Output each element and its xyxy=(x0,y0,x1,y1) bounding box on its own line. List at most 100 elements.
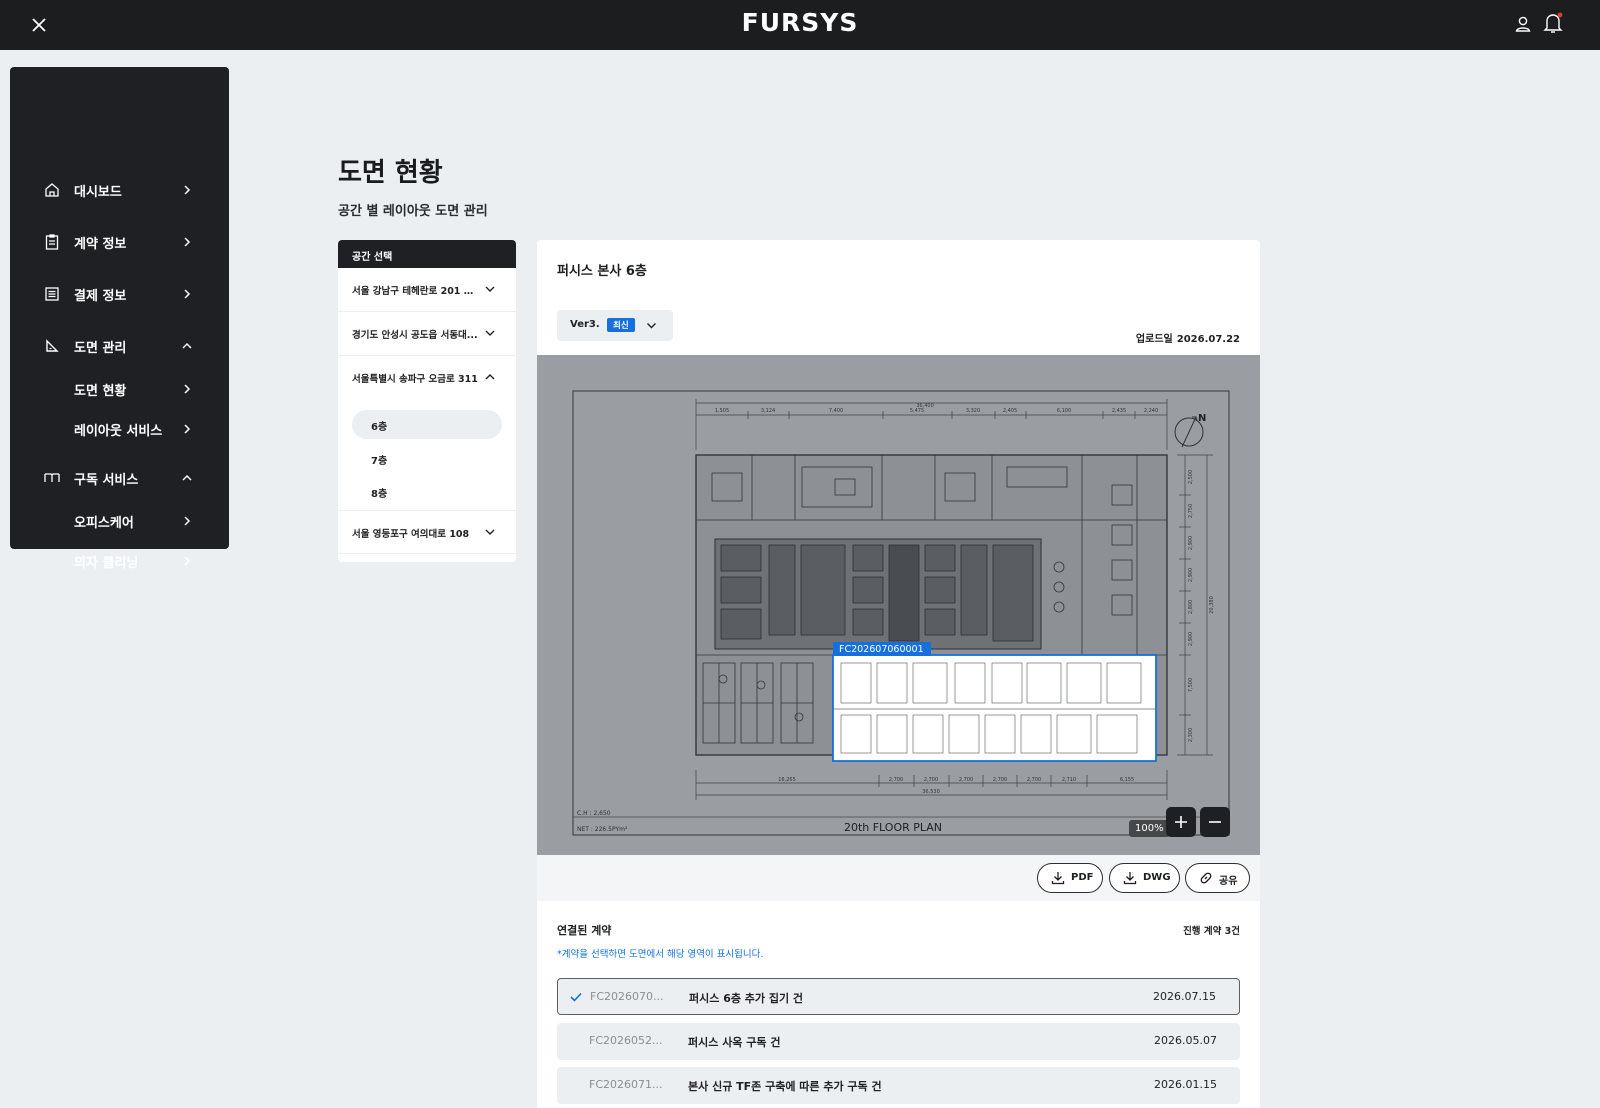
dim-right-label: 7,500 xyxy=(1188,678,1194,692)
dim-right-label: 2,800 xyxy=(1188,600,1194,614)
dim-right-total-label: 20,380 xyxy=(1209,596,1215,614)
chevron-up-icon xyxy=(485,374,495,380)
share-button[interactable]: 공유 xyxy=(1185,863,1250,893)
dim-bottom-label: 2,700 xyxy=(959,777,973,783)
drawing-card: 퍼시스 본사 6층 Ver3. 최신 업로드일 2026.07.22 36,40… xyxy=(537,240,1260,1108)
contract-row[interactable]: FC2026071... 본사 신규 TF존 구축에 따른 추가 구독 건 20… xyxy=(557,1067,1240,1104)
sidebar-subitem-drawing-status[interactable]: 도면 현황 xyxy=(10,371,229,407)
version-select[interactable]: Ver3. 최신 xyxy=(557,310,673,341)
top-bar: FURSYS xyxy=(0,0,1600,50)
floor-item-7[interactable]: 7층 xyxy=(352,444,502,473)
chevron-down-icon xyxy=(485,529,495,535)
net-area-note: NET : 226.5PYm² xyxy=(577,826,628,833)
floor-item-8[interactable]: 8층 xyxy=(352,477,502,506)
chevron-right-icon xyxy=(184,237,191,247)
sidebar-item-label: 결제 정보 xyxy=(74,289,127,304)
floor-plan-viewer[interactable]: 36,400 1,505 3,124 7,400 5,475 3,320 2,4… xyxy=(537,355,1260,855)
chevron-right-icon xyxy=(184,289,191,299)
space-item-label: 서울 영등포구 여의대로 108 xyxy=(352,529,470,540)
sidebar-item-drawing-management[interactable]: 도면 관리 xyxy=(10,328,229,364)
dim-right-label: 2,500 xyxy=(1188,470,1194,484)
zoom-out-button[interactable] xyxy=(1200,807,1230,837)
dim-right-label: 2,750 xyxy=(1188,504,1194,518)
receipt-icon xyxy=(45,287,59,301)
upload-date: 업로드일 2026.07.22 xyxy=(1132,330,1240,345)
contract-date: 2026.01.15 xyxy=(1154,1078,1217,1091)
dim-bottom-label: 2,700 xyxy=(889,777,903,783)
sidebar-subitem-office-care[interactable]: 오피스케어 xyxy=(10,503,229,539)
home-icon xyxy=(45,183,59,197)
sidebar-item-dashboard[interactable]: 대시보드 xyxy=(10,172,229,208)
drawing-actions: PDF DWG 공유 xyxy=(537,855,1260,901)
space-selector: 공간 선택 서울 강남구 테헤란로 201 아... 경기도 안성시 공도읍 서… xyxy=(338,240,516,562)
space-item[interactable]: 서울 강남구 테헤란로 201 아... xyxy=(338,268,516,312)
dim-bottom-total-label: 36,530 xyxy=(922,789,940,795)
contract-date: 2026.05.07 xyxy=(1154,1034,1217,1047)
dim-top-label: 2,405 xyxy=(1003,408,1017,414)
sidebar-item-label: 계약 정보 xyxy=(74,237,127,252)
drawing-name: 20th FLOOR PLAN xyxy=(844,821,942,834)
link-icon xyxy=(1200,872,1212,884)
dim-top-label: 2,435 xyxy=(1112,408,1126,414)
floor-plan-drawing: 36,400 1,505 3,124 7,400 5,475 3,320 2,4… xyxy=(572,390,1230,836)
bell-icon[interactable] xyxy=(1542,10,1564,36)
upload-date-value: 2026.07.22 xyxy=(1176,334,1240,345)
book-icon xyxy=(44,473,60,482)
contract-row[interactable]: FC2026052... 퍼시스 사옥 구독 건 2026.05.07 xyxy=(557,1023,1240,1060)
chevron-up-icon xyxy=(182,342,192,349)
contract-id: FC2026052... xyxy=(589,1034,663,1047)
contract-name: 본사 신규 TF존 구축에 따른 추가 구독 건 xyxy=(688,1080,882,1093)
share-label: 공유 xyxy=(1219,876,1238,887)
dim-top-label: 2,240 xyxy=(1144,408,1158,414)
sidebar-subitem-layout-service[interactable]: 레이아웃 서비스 xyxy=(10,411,229,447)
sidebar-item-label: 레이아웃 서비스 xyxy=(74,424,163,439)
floor-label: 6층 xyxy=(371,422,388,433)
sidebar-subitem-chair-cleaning[interactable]: 의자 클리닝 xyxy=(10,543,229,579)
floor-item-6[interactable]: 6층 xyxy=(352,410,502,439)
space-item[interactable]: 경기도 안성시 공도읍 서동대... xyxy=(338,312,516,356)
sidebar-item-subscription[interactable]: 구독 서비스 xyxy=(10,460,229,496)
contract-row[interactable]: FC2026070... 퍼시스 6층 추가 집기 건 2026.07.15 xyxy=(557,978,1240,1015)
chevron-right-icon xyxy=(184,384,191,394)
space-selector-header: 공간 선택 xyxy=(338,240,516,268)
check-icon xyxy=(570,992,582,1002)
space-item[interactable]: 서울 영등포구 여의대로 108 xyxy=(338,510,516,554)
clipboard-icon xyxy=(45,234,59,250)
minus-icon xyxy=(1209,821,1221,823)
floor-label: 8층 xyxy=(371,489,388,500)
dim-bottom-label: 6,155 xyxy=(1120,777,1134,783)
north-arrow-icon: N xyxy=(1174,413,1206,448)
floor-label: 7층 xyxy=(371,456,388,467)
download-icon xyxy=(1123,872,1137,885)
space-item-label: 서울 강남구 테헤란로 201 아... xyxy=(352,286,480,297)
sidebar-item-payment[interactable]: 결제 정보 xyxy=(10,276,229,312)
dim-bottom-label: 2,700 xyxy=(1027,777,1041,783)
download-dwg-button[interactable]: DWG xyxy=(1109,863,1180,893)
set-square-icon xyxy=(46,339,59,352)
sidebar-item-label: 도면 관리 xyxy=(74,341,127,356)
dim-top-label: 3,124 xyxy=(761,408,775,414)
sidebar-item-label: 도면 현황 xyxy=(74,384,127,399)
space-item-label: 서울특별시 송파구 오금로 311 xyxy=(352,374,478,385)
dim-bottom-label: 2,700 xyxy=(924,777,938,783)
sidebar-item-label: 의자 클리닝 xyxy=(74,556,139,571)
zoom-in-button[interactable] xyxy=(1166,807,1196,837)
download-pdf-label: PDF xyxy=(1071,872,1094,883)
download-pdf-button[interactable]: PDF xyxy=(1037,863,1103,893)
chevron-right-icon xyxy=(184,185,191,195)
dim-top-label: 5,475 xyxy=(910,408,924,414)
sidebar-item-label: 오피스케어 xyxy=(74,516,134,531)
chevron-up-icon xyxy=(182,474,192,481)
dim-right-label: 2,900 xyxy=(1188,632,1194,646)
dim-top-label: 1,505 xyxy=(715,408,729,414)
space-item-expanded[interactable]: 서울특별시 송파구 오금로 311 xyxy=(338,356,516,400)
user-icon[interactable] xyxy=(1512,12,1534,36)
dim-top-label: 6,100 xyxy=(1057,408,1071,414)
brand-logo[interactable]: FURSYS xyxy=(0,8,1600,37)
svg-text:N: N xyxy=(1198,413,1206,424)
download-icon xyxy=(1051,872,1065,885)
linked-contracts-count: 진행 계약 3건 xyxy=(1183,926,1240,937)
chevron-right-icon xyxy=(184,556,191,566)
version-label: Ver3. xyxy=(570,319,600,330)
sidebar-item-contract[interactable]: 계약 정보 xyxy=(10,224,229,260)
